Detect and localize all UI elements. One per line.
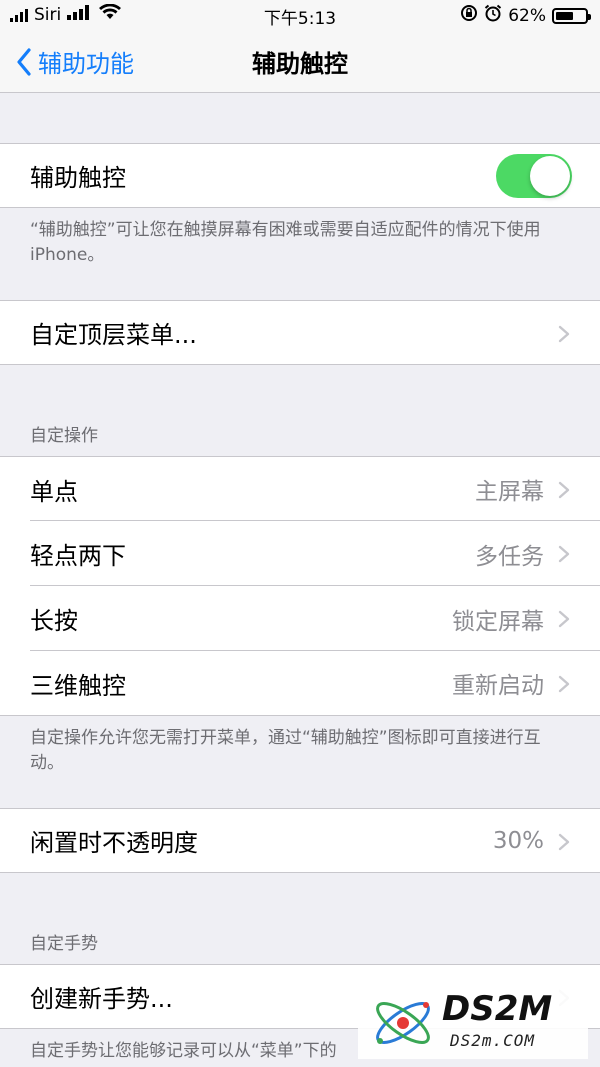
settings-list: 辅助触控 “辅助触控”可让您在触摸屏幕有困难或需要自适应配件的情况下使用 iPh… [0,93,600,1064]
action-row-double-tap[interactable]: 轻点两下 多任务 [0,521,600,586]
navigation-bar: 辅助功能 辅助触控 [0,30,600,93]
chevron-right-icon [558,545,570,563]
custom-actions-header-label: 自定操作 [30,426,98,446]
status-bar: Siri 下午5:13 62% [0,0,600,30]
action-label: 三维触控 [30,671,126,700]
action-value: 多任务 [475,543,544,570]
watermark-subtext: DS2m.COM [450,1031,536,1050]
custom-gestures-header: 自定手势 [0,873,600,964]
assistive-touch-footer: “辅助触控”可让您在触摸屏幕有困难或需要自适应配件的情况下使用 iPhone。 [30,220,541,265]
action-label: 单点 [30,477,78,506]
action-label: 轻点两下 [30,542,126,570]
watermark-text: DS2M [442,989,553,1029]
create-gesture-label: 创建新手势... [30,985,173,1013]
battery-percent: 62% [508,5,546,26]
battery-icon [552,7,591,24]
custom-actions-footer: 自定操作允许您无需打开菜单，通过“辅助触控”图标即可直接进行互动。 [30,728,541,773]
alarm-icon [484,4,502,27]
chevron-right-icon [558,610,570,628]
action-value: 重新启动 [452,673,544,699]
action-value: 锁定屏幕 [452,608,544,635]
assistive-touch-label: 辅助触控 [30,164,126,192]
battery-fill [556,11,573,20]
atom-logo-icon [376,1002,430,1044]
status-right: 62% [460,4,591,27]
customize-top-menu-label: 自定顶层菜单... [30,321,197,349]
assistive-touch-row: 辅助触控 [0,143,600,208]
customize-top-menu-row[interactable]: 自定顶层菜单... [0,300,600,365]
rotation-lock-icon [460,4,478,27]
custom-actions-header: 自定操作 [0,365,600,456]
page-title: 辅助触控 [252,50,348,78]
custom-gestures-header-label: 自定手势 [30,934,98,954]
chevron-right-icon [558,675,570,693]
watermark: DS2M DS2m.COM [358,987,588,1059]
action-row-3d-touch[interactable]: 三维触控 重新启动 [0,651,600,716]
toggle-knob [530,156,570,196]
idle-opacity-value: 30% [492,827,544,854]
action-label: 长按 [30,607,78,635]
action-row-single-tap[interactable]: 单点 主屏幕 [0,456,600,521]
assistive-touch-toggle[interactable] [496,154,572,198]
chevron-right-icon [558,325,570,343]
idle-opacity-label: 闲置时不透明度 [30,829,198,857]
chevron-right-icon [558,481,570,499]
action-value: 主屏幕 [475,479,544,505]
idle-opacity-row[interactable]: 闲置时不透明度 30% [0,808,600,873]
action-row-long-press[interactable]: 长按 锁定屏幕 [0,586,600,651]
chevron-right-icon [558,833,570,851]
